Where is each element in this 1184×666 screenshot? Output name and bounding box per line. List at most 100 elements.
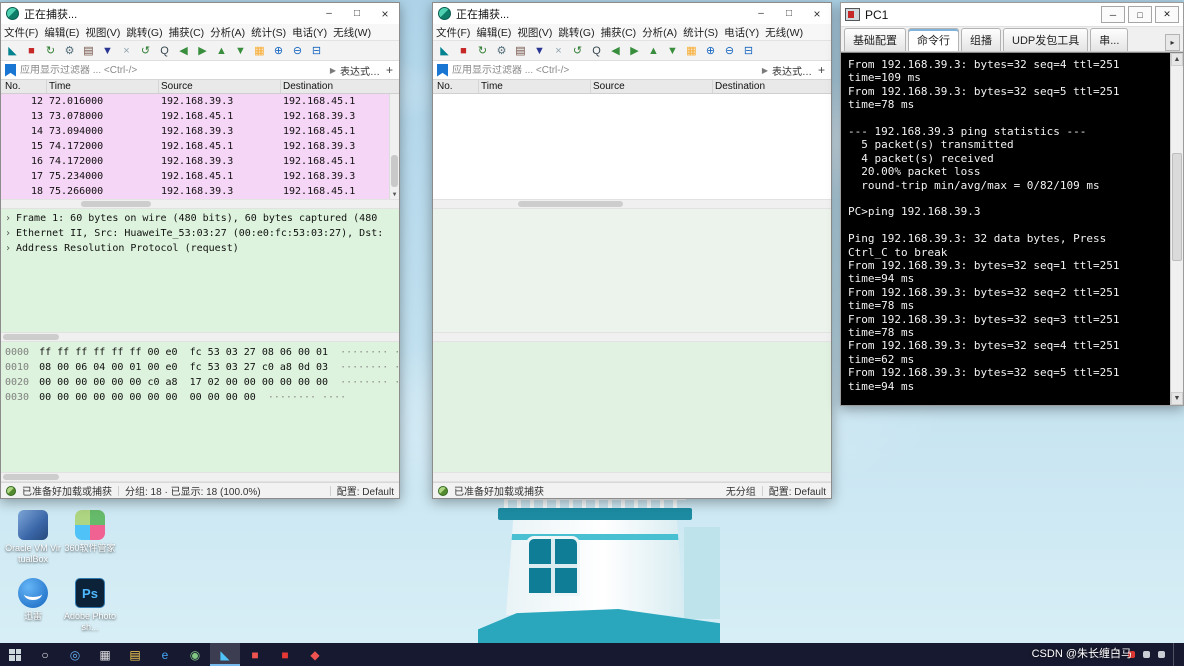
terminal-output[interactable]: From 192.168.39.3: bytes=32 seq=4 ttl=25… (841, 53, 1170, 405)
go-first-icon[interactable]: ▲ (645, 43, 662, 59)
capture-stop-icon[interactable]: ■ (455, 43, 472, 59)
go-first-icon[interactable]: ▲ (213, 43, 230, 59)
scrollbar-thumb[interactable] (1172, 153, 1182, 261)
capture-restart-icon[interactable]: ↻ (42, 43, 59, 59)
menu-item[interactable]: 电话(Y) (289, 25, 330, 40)
pc1-tab[interactable]: 基础配置 (844, 28, 906, 51)
detail-hscrollbar[interactable] (433, 332, 831, 342)
column-source[interactable]: Source (159, 80, 281, 93)
packet-list-hscrollbar[interactable] (433, 199, 831, 209)
zoom-out-icon[interactable]: ⊖ (289, 43, 306, 59)
packet-list-vscrollbar[interactable] (389, 94, 399, 199)
status-profile[interactable]: 配置: Default (769, 483, 826, 498)
minimize-button[interactable] (315, 3, 343, 24)
packet-row[interactable]: 14 73.094000 192.168.39.3 192.168.45.1 (1, 124, 399, 139)
open-file-icon[interactable]: ▤ (512, 43, 529, 59)
go-last-icon[interactable]: ▼ (232, 43, 249, 59)
desktop-icon-virtualbox[interactable]: Oracle VM VirtualBox (5, 510, 61, 565)
minimize-button[interactable] (747, 3, 775, 24)
menu-item[interactable]: 无线(W) (762, 25, 806, 40)
filter-apply-icon[interactable] (330, 66, 336, 75)
menu-item[interactable]: 无线(W) (330, 25, 374, 40)
cortana-icon[interactable]: ◎ (60, 643, 90, 666)
menu-item[interactable]: 统计(S) (248, 25, 289, 40)
packet-detail-pane[interactable]: Frame 1: 60 bytes on wire (480 bits), 60… (1, 209, 399, 332)
detail-hscrollbar[interactable] (1, 332, 399, 342)
packet-list[interactable] (433, 94, 831, 199)
maximize-button[interactable] (1128, 6, 1152, 23)
minimize-button[interactable] (1101, 6, 1125, 23)
close-file-icon[interactable]: × (118, 43, 135, 59)
expert-info-icon[interactable] (6, 485, 16, 496)
hex-row[interactable]: 0000 ff ff ff ff ff ff 00 e0 fc 53 03 27 … (5, 345, 399, 360)
display-filter-input[interactable] (452, 64, 758, 76)
capture-start-icon[interactable]: ◣ (4, 43, 21, 59)
status-profile[interactable]: 配置: Default (337, 483, 394, 498)
close-file-icon[interactable]: × (550, 43, 567, 59)
menu-item[interactable]: 编辑(E) (41, 25, 82, 40)
column-source[interactable]: Source (591, 80, 713, 93)
start-button[interactable] (0, 643, 30, 666)
capture-restart-icon[interactable]: ↻ (474, 43, 491, 59)
filter-bookmark-icon[interactable] (5, 63, 16, 77)
tray-app-icon[interactable] (1143, 651, 1150, 658)
capture-options-icon[interactable]: ⚙ (61, 43, 78, 59)
pdf-app-icon[interactable]: ■ (240, 643, 270, 666)
detail-row[interactable]: Ethernet II, Src: HuaweiTe_53:03:27 (00:… (1, 226, 399, 241)
titlebar[interactable]: 正在捕获... (433, 3, 831, 24)
reload-icon[interactable]: ↺ (137, 43, 154, 59)
go-back-icon[interactable]: ◀ (175, 43, 192, 59)
media-app-icon[interactable]: ■ (270, 643, 300, 666)
filter-add-button[interactable]: + (384, 63, 395, 77)
desktop-icon-xunlei[interactable]: 迅雷 (5, 578, 61, 622)
filter-apply-icon[interactable] (762, 66, 768, 75)
close-button[interactable] (803, 3, 831, 24)
packet-row[interactable]: 12 72.016000 192.168.39.3 192.168.45.1 (1, 94, 399, 109)
column-no[interactable]: No. (1, 80, 47, 93)
packet-row[interactable]: 13 73.078000 192.168.45.1 192.168.39.3 (1, 109, 399, 124)
maximize-button[interactable] (775, 3, 803, 24)
zoom-in-icon[interactable]: ⊕ (270, 43, 287, 59)
packet-list[interactable]: 12 72.016000 192.168.39.3 192.168.45.1 1… (1, 94, 399, 199)
scrollbar-thumb[interactable] (391, 155, 398, 187)
hex-row[interactable]: 0020 00 00 00 00 00 00 c0 a8 17 02 00 00 … (5, 375, 399, 390)
column-destination[interactable]: Destination (713, 80, 831, 93)
hex-hscrollbar[interactable] (433, 472, 831, 482)
hex-dump-pane[interactable] (433, 342, 831, 472)
pc1-tab[interactable]: 命令行 (908, 28, 959, 51)
file-explorer-icon[interactable]: ▤ (120, 643, 150, 666)
scroll-up-icon[interactable] (1171, 53, 1183, 66)
titlebar[interactable]: PC1 (841, 3, 1183, 27)
go-forward-icon[interactable]: ▶ (626, 43, 643, 59)
go-forward-icon[interactable]: ▶ (194, 43, 211, 59)
scrollbar-thumb[interactable] (518, 201, 623, 207)
go-back-icon[interactable]: ◀ (607, 43, 624, 59)
column-no[interactable]: No. (433, 80, 479, 93)
capture-options-icon[interactable]: ⚙ (493, 43, 510, 59)
ensp-icon[interactable]: ◆ (300, 643, 330, 666)
capture-start-icon[interactable]: ◣ (436, 43, 453, 59)
search-icon[interactable]: ○ (30, 643, 60, 666)
colorize-icon[interactable]: ▦ (251, 43, 268, 59)
scrollbar-thumb[interactable] (81, 201, 151, 207)
maximize-button[interactable] (343, 3, 371, 24)
titlebar[interactable]: 正在捕获... (1, 3, 399, 24)
zoom-out-icon[interactable]: ⊖ (721, 43, 738, 59)
hex-row[interactable]: 0030 00 00 00 00 00 00 00 00 00 00 00 00 ·… (5, 390, 399, 405)
expert-info-icon[interactable] (438, 485, 448, 496)
menu-item[interactable]: 跳转(G) (123, 25, 165, 40)
capture-stop-icon[interactable]: ■ (23, 43, 40, 59)
filter-bookmark-icon[interactable] (437, 63, 448, 77)
packet-detail-pane[interactable] (433, 209, 831, 332)
terminal-scrollbar[interactable] (1170, 53, 1183, 405)
task-view-icon[interactable]: ▦ (90, 643, 120, 666)
menu-item[interactable]: 分析(A) (639, 25, 680, 40)
menu-item[interactable]: 视图(V) (82, 25, 123, 40)
save-file-icon[interactable]: ▼ (531, 43, 548, 59)
desktop-icon-360[interactable]: 360软件管家 (62, 510, 118, 554)
hex-row[interactable]: 0010 08 00 06 04 00 01 00 e0 fc 53 03 27 … (5, 360, 399, 375)
menu-item[interactable]: 统计(S) (680, 25, 721, 40)
scroll-down-icon[interactable] (1171, 392, 1183, 405)
menu-item[interactable]: 编辑(E) (473, 25, 514, 40)
menu-item[interactable]: 捕获(C) (166, 25, 208, 40)
